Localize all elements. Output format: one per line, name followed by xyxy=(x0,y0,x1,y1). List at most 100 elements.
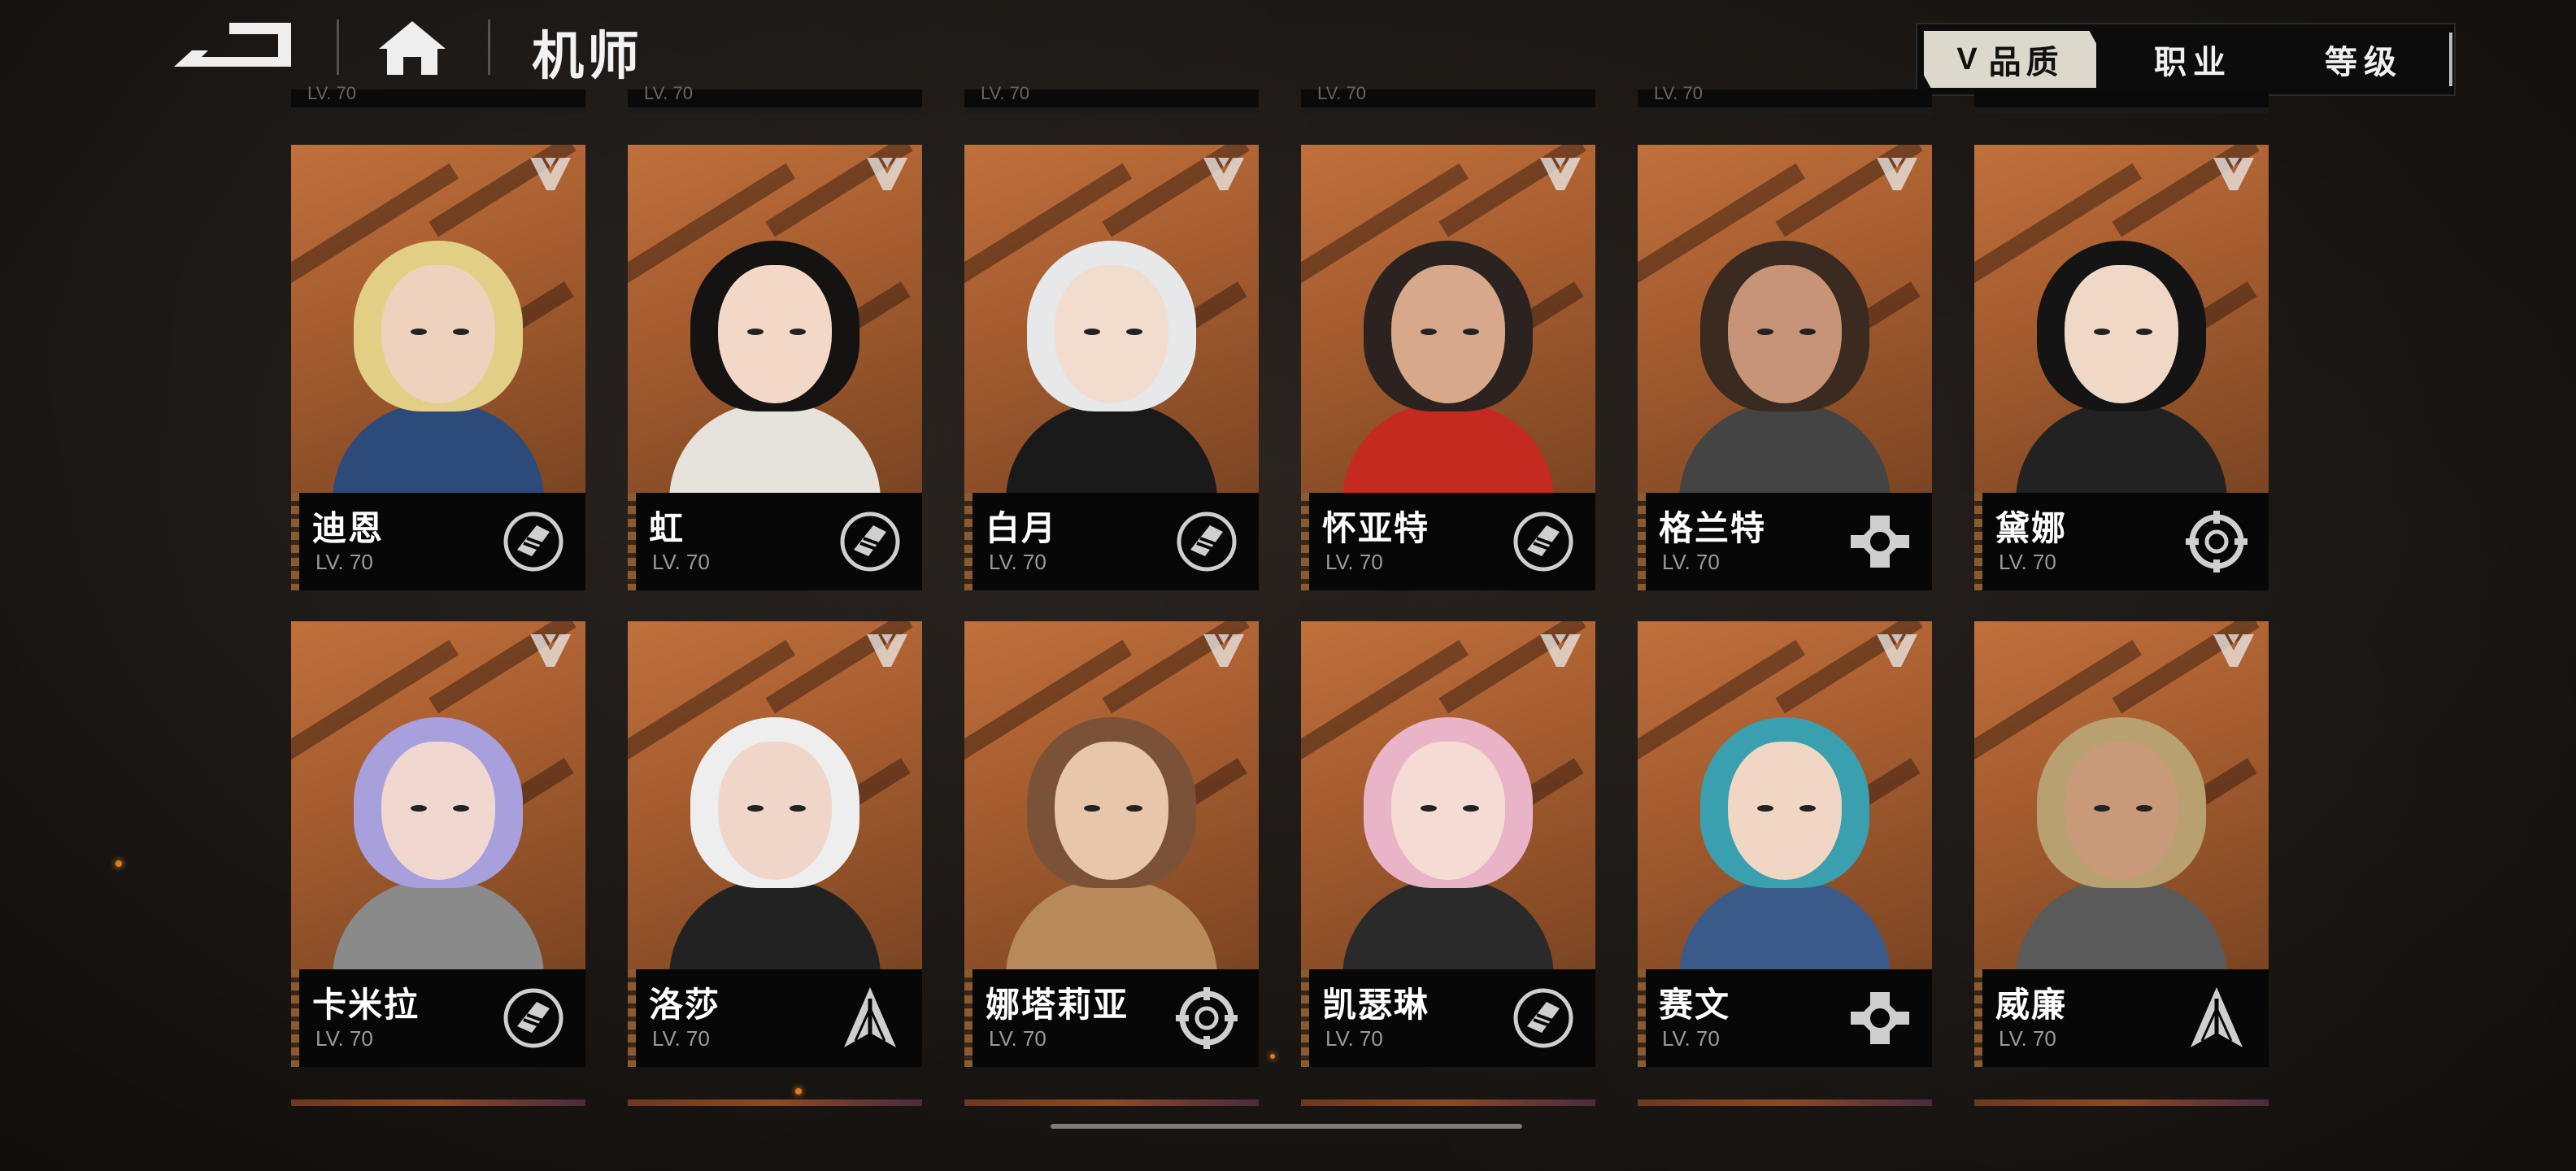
pilot-card[interactable]: 凯瑟琳 LV. 70 xyxy=(1301,621,1595,1067)
sort-filter-bar: V 品质 职业 等级 xyxy=(1916,23,2456,96)
sort-quality-button[interactable]: V 品质 xyxy=(1924,31,2096,88)
sort-quality-label: 品质 xyxy=(1988,45,2064,81)
pilot-portrait xyxy=(1974,145,2269,493)
pilot-portrait xyxy=(1974,621,2269,969)
ember-particle xyxy=(115,860,122,867)
pilot-name: 威廉 xyxy=(1995,986,2068,1024)
pilot-level: LV. 70 xyxy=(652,550,710,574)
separator xyxy=(337,20,339,75)
partial-card[interactable]: LV. 70 xyxy=(291,83,585,114)
partial-card[interactable]: LV. 70 xyxy=(1301,83,1595,114)
pilot-card[interactable]: 迪恩 LV. 70 xyxy=(291,145,585,590)
wrench-icon xyxy=(1851,516,1909,568)
wrench-icon xyxy=(1851,992,1909,1044)
pilot-name: 赛文 xyxy=(1659,986,1731,1024)
pilot-level: LV. 70 xyxy=(652,1026,710,1051)
pilot-card[interactable]: 赛文 LV. 70 xyxy=(1638,621,1932,1067)
partial-card[interactable]: LV. 70 xyxy=(1638,83,1932,114)
pilot-figure xyxy=(333,233,544,493)
target-icon xyxy=(2186,511,2247,572)
partial-card-level: LV. 70 xyxy=(1317,83,1366,103)
nameplate-accent xyxy=(1301,969,1309,1067)
fist-icon xyxy=(503,988,564,1048)
pilot-figure xyxy=(1342,709,1554,969)
pilot-name: 卡米拉 xyxy=(312,986,420,1024)
partial-card[interactable] xyxy=(1974,89,2269,114)
nameplate-accent xyxy=(1638,493,1646,590)
pilot-level: LV. 70 xyxy=(1325,1026,1383,1051)
pilot-nameplate: 怀亚特 LV. 70 xyxy=(1301,493,1595,590)
pilot-level: LV. 70 xyxy=(315,550,373,574)
partial-card[interactable] xyxy=(1638,1099,1932,1106)
pilot-card[interactable]: 威廉 LV. 70 xyxy=(1974,621,2269,1067)
pilot-level: LV. 70 xyxy=(1325,550,1383,574)
pilot-figure xyxy=(1679,709,1891,969)
pilot-card[interactable]: 娜塔莉亚 LV. 70 xyxy=(964,621,1259,1067)
partial-card[interactable] xyxy=(291,1099,585,1106)
home-indicator-bar[interactable] xyxy=(1051,1124,1522,1129)
rank-crest-icon xyxy=(2213,158,2254,190)
nameplate-accent xyxy=(1974,969,1982,1067)
partial-card-level: LV. 70 xyxy=(1654,83,1703,103)
pilot-card[interactable]: 虹 LV. 70 xyxy=(628,145,922,590)
fist-icon xyxy=(840,511,900,572)
spear-icon xyxy=(2191,987,2243,1047)
pilot-name: 黛娜 xyxy=(1995,509,2068,547)
pilot-nameplate: 虹 LV. 70 xyxy=(628,493,922,590)
pilot-portrait xyxy=(964,145,1259,493)
pilot-nameplate: 白月 LV. 70 xyxy=(964,493,1259,590)
partial-card[interactable] xyxy=(964,1099,1259,1106)
pilot-portrait xyxy=(1638,621,1932,969)
partial-card[interactable] xyxy=(1301,1099,1595,1106)
pilot-portrait xyxy=(964,621,1259,969)
nameplate-accent xyxy=(964,969,973,1067)
pilot-card[interactable]: 白月 LV. 70 xyxy=(964,145,1259,590)
fist-icon xyxy=(1513,988,1573,1048)
nameplate-accent xyxy=(1301,493,1309,590)
home-button[interactable] xyxy=(376,18,449,76)
rank-crest-icon xyxy=(1540,158,1581,190)
pilot-portrait xyxy=(1301,621,1595,969)
back-arrow-icon xyxy=(174,23,291,67)
nameplate-accent xyxy=(1974,493,1982,590)
pilot-card[interactable]: 怀亚特 LV. 70 xyxy=(1301,145,1595,590)
pilot-card[interactable]: 洛莎 LV. 70 xyxy=(628,621,922,1067)
partial-card-level: LV. 70 xyxy=(981,83,1029,103)
nameplate-accent xyxy=(628,493,636,590)
pilot-portrait xyxy=(291,145,585,493)
nameplate-accent xyxy=(1638,969,1646,1067)
chevron-down-icon: V xyxy=(1956,41,1982,76)
pilot-figure xyxy=(1679,233,1891,493)
partial-card[interactable]: LV. 70 xyxy=(628,83,922,114)
rank-crest-icon xyxy=(1877,158,1917,190)
pilot-name: 迪恩 xyxy=(312,509,385,547)
pilot-figure xyxy=(1006,233,1217,493)
pilot-nameplate: 凯瑟琳 LV. 70 xyxy=(1301,969,1595,1067)
pilot-nameplate: 威廉 LV. 70 xyxy=(1974,969,2269,1067)
pilot-figure xyxy=(333,709,544,969)
sort-class-button[interactable]: 职业 xyxy=(2116,31,2270,88)
sort-level-button[interactable]: 等级 xyxy=(2287,31,2441,88)
pilot-card[interactable]: 格兰特 LV. 70 xyxy=(1638,145,1932,590)
partial-card-level: LV. 70 xyxy=(307,83,356,103)
partial-card[interactable] xyxy=(628,1099,922,1106)
pilot-level: LV. 70 xyxy=(1999,550,2056,574)
pilot-card[interactable]: 黛娜 LV. 70 xyxy=(1974,145,2269,590)
rank-crest-icon xyxy=(530,158,571,190)
target-icon xyxy=(1176,987,1238,1049)
rank-crest-icon xyxy=(867,158,907,190)
pilot-nameplate: 格兰特 LV. 70 xyxy=(1638,493,1932,590)
back-button[interactable] xyxy=(159,18,298,75)
pilot-card[interactable]: 卡米拉 LV. 70 xyxy=(291,621,585,1067)
pilot-portrait xyxy=(628,145,922,493)
partial-card[interactable]: LV. 70 xyxy=(964,83,1259,114)
pilot-nameplate: 洛莎 LV. 70 xyxy=(628,969,922,1067)
ember-particle xyxy=(1270,1054,1275,1059)
pilot-nameplate: 黛娜 LV. 70 xyxy=(1974,493,2269,590)
pilot-figure xyxy=(2016,709,2227,969)
rank-crest-icon xyxy=(2213,634,2254,667)
pilot-figure xyxy=(2016,233,2227,493)
partial-card[interactable] xyxy=(1974,1099,2269,1106)
fist-icon xyxy=(503,511,564,572)
pilot-figure xyxy=(1342,233,1554,493)
